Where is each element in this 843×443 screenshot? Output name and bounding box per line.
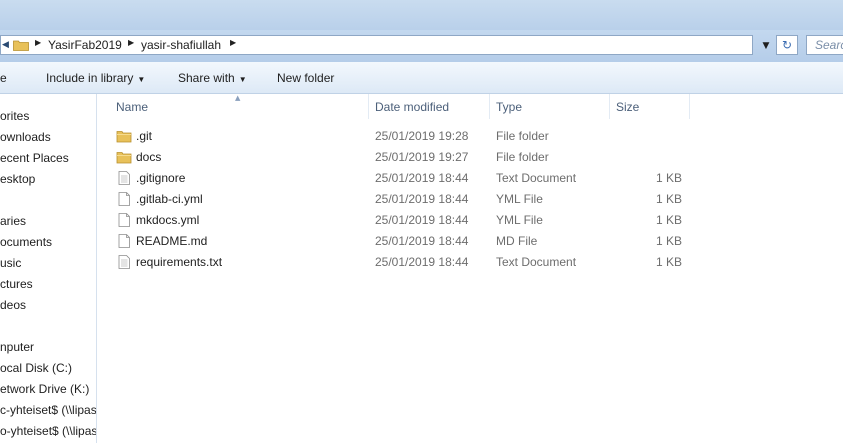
file-icon <box>118 192 130 206</box>
file-name: mkdocs.yml <box>136 213 200 227</box>
nav-item-network-share[interactable]: c-yhteiset$ (\\lipas <box>0 403 96 417</box>
nav-item-computer[interactable]: nputer <box>0 340 34 354</box>
file-size: 1 KB <box>655 192 682 206</box>
text-file-icon <box>118 255 130 269</box>
include-in-library-button[interactable]: Include in library ▼ <box>46 71 145 85</box>
nav-item-music[interactable]: usic <box>0 256 21 270</box>
file-row[interactable]: .gitignore 25/01/2019 18:44 Text Documen… <box>98 168 843 189</box>
include-in-library-label: Include in library <box>46 71 134 85</box>
file-row[interactable]: requirements.txt 25/01/2019 18:44 Text D… <box>98 252 843 273</box>
file-type: Text Document <box>496 171 577 185</box>
refresh-icon: ↻ <box>781 38 793 52</box>
file-type: YML File <box>496 213 543 227</box>
file-size: 1 KB <box>655 171 682 185</box>
breadcrumb-item[interactable]: YasirFab2019 <box>48 38 122 52</box>
new-folder-label: New folder <box>277 71 335 85</box>
address-dropdown-icon[interactable]: ▼ <box>756 37 776 55</box>
command-bar: e Include in library ▼ Share with ▼ New fo… <box>0 62 843 94</box>
window-titlebar <box>0 0 843 30</box>
nav-item-network-share[interactable]: o-yhteiset$ (\\lipas <box>0 424 96 438</box>
file-row[interactable]: README.md 25/01/2019 18:44 MD File 1 KB <box>98 231 843 252</box>
file-type: MD File <box>496 234 538 248</box>
search-input[interactable]: Search <box>806 35 843 55</box>
folder-icon <box>13 40 29 51</box>
file-size: 1 KB <box>655 234 682 248</box>
nav-item-favorites[interactable]: orites <box>0 109 29 123</box>
file-list: ▲ Name Date modified Type Size .git 25/0… <box>98 94 843 443</box>
file-icon <box>118 213 130 227</box>
file-name: requirements.txt <box>136 255 223 269</box>
recent-locations-arrow-icon[interactable]: ◀ <box>2 40 9 50</box>
sort-ascending-icon: ▲ <box>235 94 241 102</box>
file-date-modified: 25/01/2019 18:44 <box>375 255 469 269</box>
nav-item-local-disk[interactable]: ocal Disk (C:) <box>0 361 72 375</box>
breadcrumb-arrow-icon[interactable]: ▶ <box>128 38 134 47</box>
file-type: File folder <box>496 129 549 143</box>
file-date-modified: 25/01/2019 18:44 <box>375 192 469 206</box>
file-date-modified: 25/01/2019 18:44 <box>375 234 469 248</box>
file-type: Text Document <box>496 255 577 269</box>
column-divider[interactable] <box>689 94 690 119</box>
folder-icon <box>116 131 132 143</box>
file-row[interactable]: docs 25/01/2019 19:27 File folder <box>98 147 843 168</box>
file-name: .gitignore <box>136 171 186 185</box>
file-type: YML File <box>496 192 543 206</box>
column-header-size[interactable]: Size <box>616 100 639 114</box>
address-row: ◀ ▶ YasirFab2019 ▶ yasir-shafiullah ▶ ▼ … <box>0 30 843 62</box>
file-name: .gitlab-ci.yml <box>136 192 203 206</box>
nav-item-desktop[interactable]: esktop <box>0 172 35 186</box>
nav-item-documents[interactable]: ocuments <box>0 235 52 249</box>
nav-item-network-drive[interactable]: etwork Drive (K:) <box>0 382 89 396</box>
new-folder-button[interactable]: New folder <box>277 71 334 85</box>
file-size: 1 KB <box>655 255 682 269</box>
file-date-modified: 25/01/2019 18:44 <box>375 171 469 185</box>
nav-item-libraries[interactable]: aries <box>0 214 26 228</box>
file-size: 1 KB <box>655 213 682 227</box>
file-date-modified: 25/01/2019 19:27 <box>375 150 469 164</box>
file-row[interactable]: mkdocs.yml 25/01/2019 18:44 YML File 1 K… <box>98 210 843 231</box>
column-divider[interactable] <box>489 94 490 119</box>
organize-button[interactable]: e <box>0 71 7 85</box>
navigation-pane: orites ownloads ecent Places esktop arie… <box>0 94 97 443</box>
chevron-down-icon: ▼ <box>137 75 146 84</box>
file-icon <box>118 234 130 248</box>
breadcrumb-arrow-icon[interactable]: ▶ <box>35 38 41 47</box>
file-name: .git <box>136 129 153 143</box>
file-row[interactable]: .git 25/01/2019 19:28 File folder <box>98 126 843 147</box>
file-type: File folder <box>496 150 549 164</box>
chevron-down-icon: ▼ <box>238 75 247 84</box>
file-date-modified: 25/01/2019 19:28 <box>375 129 469 143</box>
share-with-button[interactable]: Share with ▼ <box>178 71 247 85</box>
nav-item-downloads[interactable]: ownloads <box>0 130 51 144</box>
share-with-label: Share with <box>178 71 235 85</box>
organize-label: e <box>0 71 7 85</box>
column-divider[interactable] <box>368 94 369 119</box>
address-bar[interactable]: ◀ ▶ YasirFab2019 ▶ yasir-shafiullah ▶ <box>0 35 753 55</box>
file-name: docs <box>136 150 162 164</box>
search-placeholder: Search <box>815 38 843 52</box>
file-name: README.md <box>136 234 208 248</box>
column-divider[interactable] <box>609 94 610 119</box>
column-header-name[interactable]: Name <box>116 100 148 114</box>
folder-icon <box>116 152 132 164</box>
nav-item-pictures[interactable]: ctures <box>0 277 33 291</box>
column-header-date-modified[interactable]: Date modified <box>375 100 449 114</box>
text-file-icon <box>118 171 130 185</box>
file-date-modified: 25/01/2019 18:44 <box>375 213 469 227</box>
nav-item-videos[interactable]: deos <box>0 298 26 312</box>
breadcrumb-item[interactable]: yasir-shafiullah <box>141 38 221 52</box>
refresh-button[interactable]: ↻ <box>776 35 798 55</box>
file-row[interactable]: .gitlab-ci.yml 25/01/2019 18:44 YML File… <box>98 189 843 210</box>
column-header-type[interactable]: Type <box>496 100 522 114</box>
breadcrumb-arrow-icon[interactable]: ▶ <box>230 38 236 47</box>
nav-item-recent-places[interactable]: ecent Places <box>0 151 69 165</box>
